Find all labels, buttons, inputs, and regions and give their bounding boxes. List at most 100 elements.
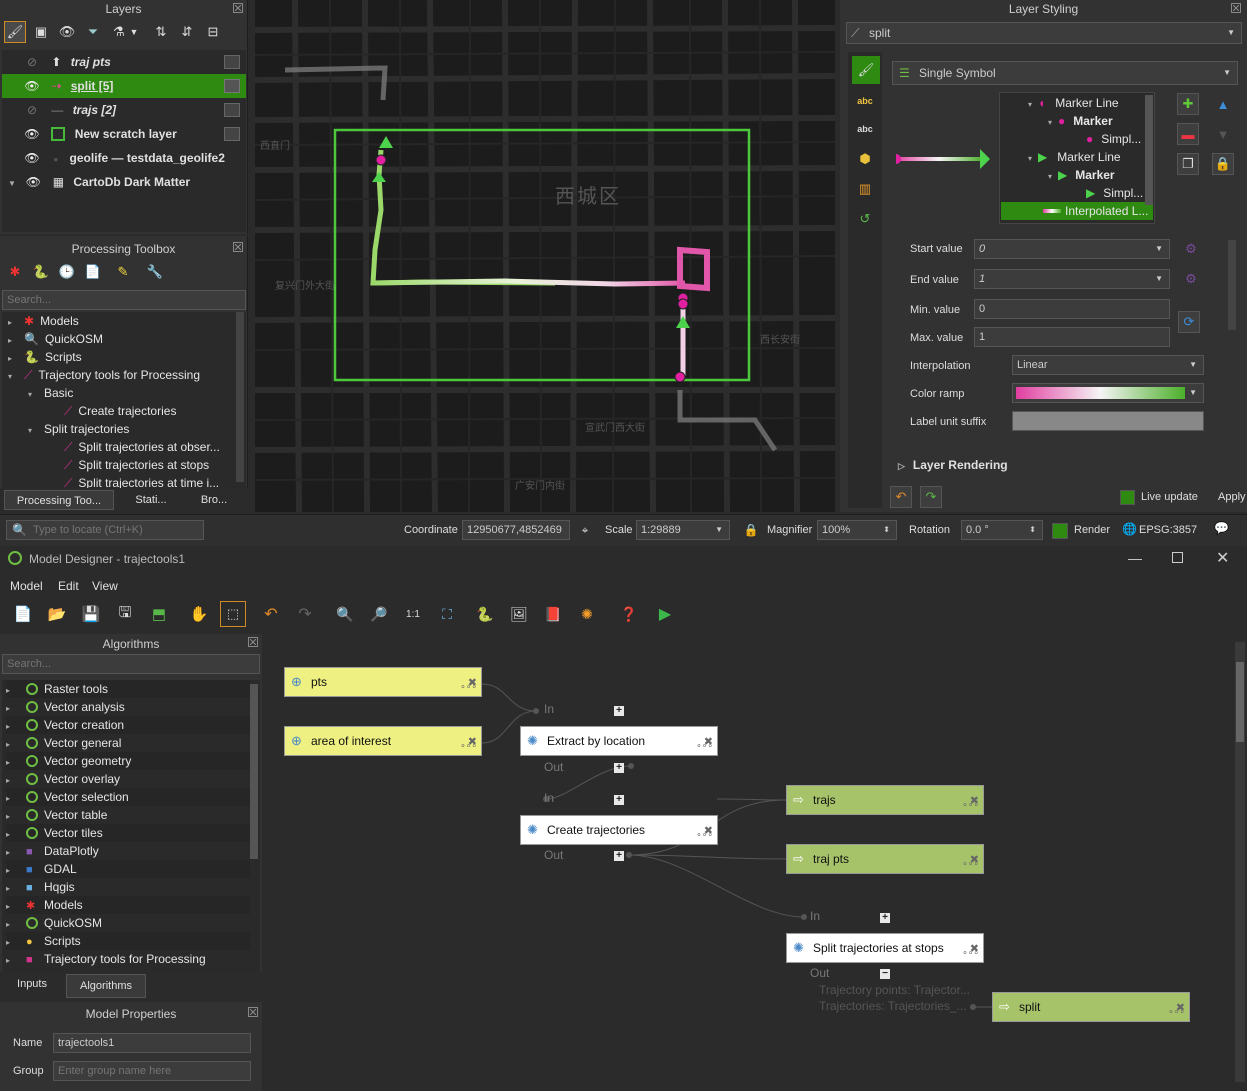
- toolbox-scrollbar[interactable]: [236, 312, 244, 482]
- filter-icon[interactable]: ⏷: [82, 21, 104, 43]
- algorithm-group-item[interactable]: ▸ ■ Hqgis: [6, 878, 250, 896]
- zoom-full-icon[interactable]: ⛶: [436, 603, 458, 625]
- pan-icon[interactable]: ✋: [188, 603, 210, 625]
- filter-legend-icon[interactable]: ⚗: [108, 21, 130, 43]
- menu-view[interactable]: View: [92, 579, 118, 593]
- algorithm-node-create[interactable]: ✺ Create trajectories ✖ ∘∘∘: [520, 815, 718, 845]
- redo-icon[interactable]: ↷: [294, 603, 316, 625]
- expand-all-icon[interactable]: ⇅: [150, 21, 172, 43]
- save-as-icon[interactable]: 🖫: [114, 603, 136, 625]
- chevron-down-icon[interactable]: ▼: [2, 172, 22, 196]
- collapse-outputs-icon[interactable]: −: [880, 969, 890, 979]
- export-python-icon[interactable]: 🐍: [474, 603, 496, 625]
- toolbox-search-input[interactable]: [2, 290, 246, 310]
- node-options-icon[interactable]: ∘∘∘: [962, 790, 979, 818]
- close-icon[interactable]: ✕: [1216, 548, 1229, 568]
- rotation-field[interactable]: 0.0 ° ⬍: [961, 520, 1043, 540]
- algorithm-group-item[interactable]: ▸ Vector tiles: [6, 824, 250, 842]
- algorithm-node-extract[interactable]: ✺ Extract by location ✖ ∘∘∘: [520, 726, 718, 756]
- tab-algorithms[interactable]: Algorithms: [66, 974, 146, 998]
- labels-tab-icon[interactable]: abc: [854, 90, 876, 112]
- layer-row-traj-pts[interactable]: ⊘ ⬆ traj pts: [2, 50, 246, 74]
- props-close-icon[interactable]: [248, 1007, 258, 1017]
- max-value-field[interactable]: 1: [974, 327, 1170, 347]
- zoom-actual-icon[interactable]: 1:1: [402, 603, 424, 625]
- open-model-icon[interactable]: 📂: [46, 603, 68, 625]
- algorithm-group-item[interactable]: ▸ Vector overlay: [6, 770, 250, 788]
- symbol-tree-scrollbar[interactable]: [1145, 95, 1153, 205]
- mask-tab-icon[interactable]: abc: [854, 118, 876, 140]
- data-defined-icon[interactable]: ⚙: [1180, 238, 1202, 260]
- model-canvas[interactable]: ⊕ pts ✖ ∘∘∘ ⊕ area of interest ✖ ∘∘∘ In + ✺ Ext…: [268, 634, 1247, 1091]
- canvas-scrollbar[interactable]: [1235, 642, 1245, 1082]
- tab-statistics[interactable]: Stati...: [116, 490, 186, 510]
- add-symbol-layer-icon[interactable]: ✚: [1177, 93, 1199, 115]
- render-checkbox[interactable]: [1052, 523, 1068, 539]
- undo-icon[interactable]: ↶: [260, 603, 282, 625]
- algorithm-group-item[interactable]: ▸ Vector table: [6, 806, 250, 824]
- algorithm-group-item[interactable]: ▸ ✱ Models: [6, 896, 250, 914]
- expand-outputs-icon[interactable]: +: [614, 763, 624, 773]
- layer-rendering-header[interactable]: ▷ Layer Rendering: [898, 458, 1008, 472]
- layer-row-split[interactable]: 👁 ⇢ split [5]: [2, 74, 246, 98]
- tree-split-obs[interactable]: ⟋ Split trajectories at obser...: [64, 438, 220, 456]
- tree-create-trajectories[interactable]: ⟋ Create trajectories: [64, 402, 176, 420]
- eye-icon[interactable]: 👁: [24, 74, 40, 98]
- crs-label[interactable]: EPSG:3857: [1139, 524, 1197, 536]
- toggle-extents-icon[interactable]: ⌖: [574, 519, 596, 541]
- algorithm-group-item[interactable]: ▸ Vector selection: [6, 788, 250, 806]
- eye-icon[interactable]: 👁: [24, 122, 40, 146]
- layers-close-icon[interactable]: [233, 3, 243, 13]
- layer-row-scratch[interactable]: 👁 New scratch layer: [2, 122, 246, 146]
- symbol-layer-interpolated[interactable]: Interpolated L...: [1001, 202, 1153, 220]
- algorithms-close-icon[interactable]: [248, 637, 258, 647]
- export-image-icon[interactable]: 🖼: [508, 603, 530, 625]
- messages-icon[interactable]: 💬: [1214, 521, 1229, 535]
- locator-input[interactable]: [6, 520, 204, 540]
- tree-quickosm[interactable]: ▸ 🔍 QuickOSM: [8, 330, 103, 348]
- redo-icon[interactable]: ↷: [920, 486, 942, 508]
- magnifier-field[interactable]: 100% ⬍: [817, 520, 897, 540]
- styling-scrollbar[interactable]: [1228, 240, 1236, 330]
- move-up-icon[interactable]: ▲: [1212, 93, 1234, 115]
- input-node-pts[interactable]: ⊕ pts ✖ ∘∘∘: [284, 667, 482, 697]
- tab-processing[interactable]: Processing Too...: [4, 490, 114, 510]
- input-node-aoi[interactable]: ⊕ area of interest ✖ ∘∘∘: [284, 726, 482, 756]
- name-field[interactable]: trajectools1: [53, 1033, 251, 1053]
- layer-row-trajs[interactable]: ⊘ — trajs [2]: [2, 98, 246, 122]
- algorithm-group-item[interactable]: ▸ Vector general: [6, 734, 250, 752]
- collapse-all-icon[interactable]: ⇵: [176, 21, 198, 43]
- models-icon[interactable]: ✱: [4, 261, 26, 283]
- style-manager-icon[interactable]: 🖌: [4, 21, 26, 43]
- layer-properties-icon[interactable]: [224, 103, 240, 117]
- algorithm-group-item[interactable]: ▸ Vector creation: [6, 716, 250, 734]
- duplicate-icon[interactable]: ❐: [1177, 153, 1199, 175]
- tree-scripts[interactable]: ▸ 🐍 Scripts: [8, 348, 82, 366]
- apply-button[interactable]: Apply: [1218, 487, 1246, 509]
- visibility-icon[interactable]: 👁: [56, 21, 78, 43]
- remove-symbol-layer-icon[interactable]: ▬: [1177, 123, 1199, 145]
- chevron-down-icon[interactable]: ▼: [128, 21, 140, 43]
- export-svg-icon[interactable]: ✺: [576, 603, 598, 625]
- refresh-icon[interactable]: ⟳: [1178, 311, 1200, 333]
- data-defined-icon[interactable]: ⚙: [1180, 268, 1202, 290]
- coordinate-field[interactable]: 12950677,4852469: [462, 520, 570, 540]
- layer-properties-icon[interactable]: [224, 79, 240, 93]
- node-options-icon[interactable]: ∘∘∘: [1168, 997, 1185, 1025]
- symbol-layer-simple[interactable]: ● Simpl...: [1086, 130, 1141, 148]
- eye-off-icon[interactable]: ⊘: [24, 50, 40, 74]
- suffix-field[interactable]: [1012, 411, 1204, 431]
- algorithms-scrollbar[interactable]: [250, 684, 258, 859]
- end-value-field[interactable]: 1 ▼: [974, 269, 1170, 289]
- lock-scale-icon[interactable]: 🔒: [740, 519, 762, 541]
- group-field[interactable]: [53, 1061, 251, 1081]
- algorithm-node-split-stops[interactable]: ✺ Split trajectories at stops ✖ ∘∘∘: [786, 933, 984, 963]
- tree-split-trajectories[interactable]: ▾ Split trajectories: [28, 420, 129, 438]
- symbol-layer-marker[interactable]: ▾ ▶ Marker: [1048, 166, 1115, 184]
- menu-edit[interactable]: Edit: [58, 579, 79, 593]
- select-icon[interactable]: ⬚: [220, 601, 246, 627]
- options-icon[interactable]: 🔧: [144, 261, 166, 283]
- layer-properties-icon[interactable]: [224, 55, 240, 69]
- save-in-project-icon[interactable]: ⬒: [148, 603, 170, 625]
- zoom-in-icon[interactable]: 🔍: [334, 603, 356, 625]
